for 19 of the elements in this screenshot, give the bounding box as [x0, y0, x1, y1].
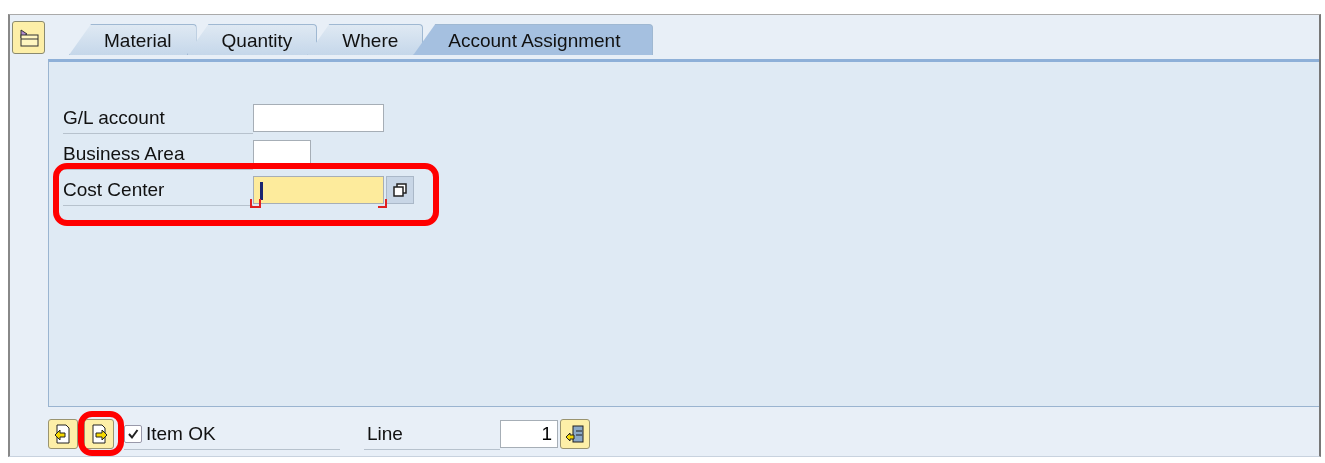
tab[interactable]: Quantity — [186, 24, 318, 55]
input-field[interactable] — [253, 104, 384, 132]
header-toggle-icon — [17, 27, 40, 48]
copy-icon — [393, 183, 407, 197]
checkbox[interactable] — [124, 424, 142, 443]
nav-button[interactable] — [84, 419, 114, 449]
input-field[interactable]: 1 — [500, 420, 558, 448]
list-button[interactable] — [560, 419, 590, 449]
search-help-button[interactable] — [386, 176, 414, 204]
page-arrow-left-icon — [54, 424, 72, 444]
checkbox-label: Item OK — [146, 422, 216, 445]
tab[interactable]: Account Assignment — [413, 24, 654, 55]
page-arrow-right-icon — [90, 424, 108, 444]
tab[interactable]: Where — [307, 24, 424, 55]
list-arrow-icon — [565, 424, 585, 444]
tab[interactable]: Material — [69, 24, 197, 55]
toggle-button[interactable] — [12, 21, 45, 54]
check-icon — [127, 427, 139, 440]
nav-button[interactable] — [48, 419, 78, 449]
